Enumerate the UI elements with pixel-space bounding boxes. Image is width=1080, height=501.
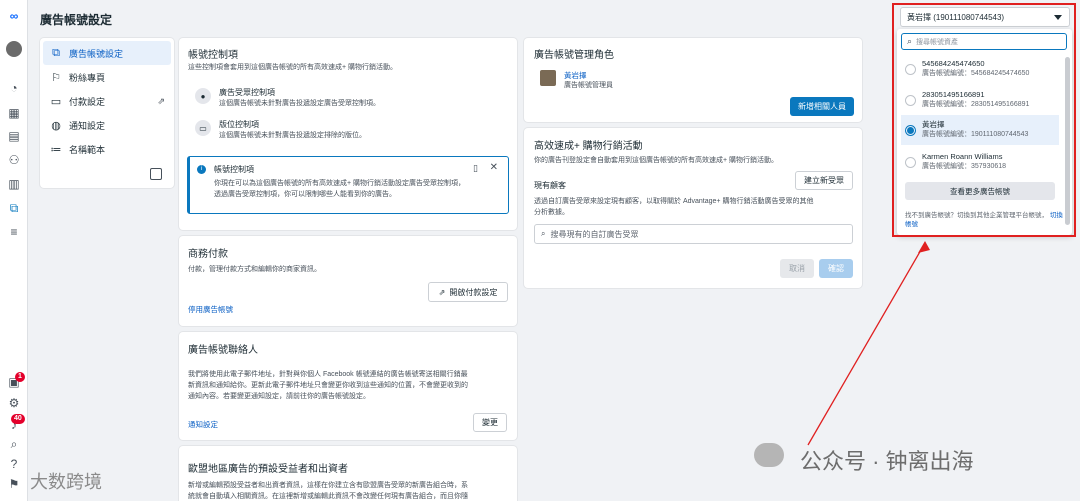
open-payment-settings-button[interactable]: ⇗ 開啟付款設定 [428,282,508,302]
info-banner: i 帳號控制項 你現在可以為這個廣告帳號的所有高效速成+ 購物行銷活動設定廣告受… [187,156,509,214]
nav-item-payment-settings[interactable]: ▭ 付款設定 ⇗ [43,89,171,113]
add-people-button[interactable]: 新增相關人員 [790,97,854,116]
cancel-button[interactable]: 取消 [780,259,814,278]
settings-nav: ⧉ 廣告帳號設定 ⚐ 粉絲專頁 ▭ 付款設定 ⇗ ◍ 通知設定 ≔ 名稱範本 [40,38,174,188]
nav-item-label: 粉絲專頁 [69,72,106,83]
row-description: 這個廣告帳號未針對廣告投遞設定廣告受眾控制項。 [219,100,380,107]
flag-icon: ⚐ [51,71,61,84]
close-icon[interactable]: ✕ [490,162,498,173]
watermark-right: 公众号 · 钟离出海 [800,449,974,474]
avatar [540,70,556,86]
notification-settings-link[interactable]: 通知設定 [188,419,218,430]
advantage-plus-card: 高效速成+ 購物行銷活動 你的廣告刊登設定會自動套用到這個廣告帳號的所有高效速成… [524,128,862,288]
external-link-icon: ⇗ [157,95,165,106]
nav-item-label: 通知設定 [69,120,106,131]
deactivate-account-link[interactable]: 停用廣告帳號 [188,304,233,315]
audience-controls-row[interactable]: ● 廣告受眾控制項 這個廣告帳號未針對廣告投遞設定廣告受眾控制項。 [195,88,380,109]
card-description: 付款，管理付款方式和編輯你的商家資訊。 [188,266,321,273]
account-controls-card: 帳號控制項 這些控制項會套用到這個廣告帳號的所有高效速成+ 購物行銷活動。 ● … [179,38,517,230]
custom-audience-search[interactable]: ⌕ 搜尋現有的自訂廣告受眾 [534,224,853,244]
placement-controls-row[interactable]: ▭ 版位控制項 這個廣告帳號未針對廣告投遞設定排除的版位。 [195,120,366,141]
annotation-highlight-box [892,3,1076,237]
card-title: 商務付款 [188,249,228,260]
contact-line-3: 通知內容。若要變更通知設定，請前往你的廣告帳號設定。 [188,393,370,400]
contact-line-2: 新資訊和通知給你。更新此電子郵件地址只會變更你收到這些通知的位置，不會變更收到的 [188,382,468,389]
location-pin-icon: ● [195,88,211,104]
nav-item-notification-settings[interactable]: ◍ 通知設定 [43,113,171,137]
page-title: 廣告帳號設定 [40,13,113,27]
nav-item-naming-templates[interactable]: ≔ 名稱範本 [43,137,171,161]
card-description: 你的廣告刊登設定會自動套用到這個廣告帳號的所有高效速成+ 購物行銷活動。 [534,157,779,164]
card-title: 帳號控制項 [188,50,238,61]
eu-beneficiary-card: 歐盟地區廣告的預設受益者和出資者 新增或編輯預設受益者和出資者資訊，這樣在你建立… [179,446,517,501]
advantage-line-1: 透過自訂廣告受眾來設定現有顧客，以取得關於 Advantage+ 購物行銷活動廣… [534,198,814,205]
row-description: 這個廣告帳號未針對廣告投遞設定排除的版位。 [219,132,366,139]
globe-icon: ◍ [51,119,61,132]
left-rail: ∞ ◔ ▦ ▤ ⚇ ▥ ⧉ ≡ ▣ 1 ⚙ ♪ 40 ⌕ ? ⚑ [0,0,28,501]
feedback-icon[interactable]: ▯ [473,163,478,174]
confirm-button[interactable]: 確認 [819,259,853,278]
card-description: 這些控制項會套用到這個廣告帳號的所有高效速成+ 購物行銷活動。 [188,64,398,71]
account-roles-card: 廣告帳號管理角色 黃岩擇 廣告帳號管理員 新增相關人員 [524,38,862,122]
pages-icon[interactable]: ▤ [6,128,22,144]
card-title: 廣告帳號管理角色 [534,50,614,61]
search-icon[interactable]: ⌕ [6,436,22,452]
avatar[interactable] [6,41,22,57]
external-link-icon: ⇗ [438,287,446,297]
nav-item-label: 付款設定 [69,96,106,107]
row-title: 廣告受眾控制項 [219,88,275,97]
change-button[interactable]: 變更 [473,413,507,432]
table-icon[interactable]: ▦ [6,105,22,121]
wechat-icon [754,443,784,467]
row-title: 版位控制項 [219,120,259,129]
credit-card-icon: ▭ [50,95,62,108]
card-title: 高效速成+ 購物行銷活動 [534,141,643,152]
existing-customers-label: 現有顧客 [534,181,566,190]
card-title: 歐盟地區廣告的預設受益者和出資者 [188,464,348,475]
nav-item-ad-account-settings[interactable]: ⧉ 廣告帳號設定 [43,41,171,65]
search-placeholder: 搜尋現有的自訂廣告受眾 [550,229,639,239]
nav-item-pages[interactable]: ⚐ 粉絲專頁 [43,65,171,89]
payments-card: 商務付款 付款，管理付款方式和編輯你的商家資訊。 ⇗ 開啟付款設定 停用廣告帳號 [179,236,517,326]
feedback-icon[interactable]: ⚑ [6,476,22,492]
meta-logo-icon[interactable]: ∞ [6,8,22,24]
settings-icon[interactable]: ⚙ [6,395,22,411]
person-role: 廣告帳號管理員 [564,82,613,89]
nav-item-label: 廣告帳號設定 [69,48,124,59]
eu-line-1: 新增或編輯預設受益者和出資者資訊，這樣在你建立含有歐盟廣告受眾的新廣告組合時，系 [188,482,468,489]
ad-account-icon: ⧉ [52,46,60,59]
collapse-nav-icon[interactable] [150,168,162,180]
create-audience-button[interactable]: 建立新受眾 [795,171,853,190]
alerts-badge: 1 [15,372,25,382]
menu-icon[interactable]: ≡ [6,224,22,240]
naming-template-icon: ≔ [50,143,62,156]
card-title: 廣告帳號聯絡人 [188,345,258,356]
advantage-line-2: 分析數據。 [534,209,569,216]
device-icon: ▭ [195,120,211,136]
button-label: 開啟付款設定 [449,287,498,297]
info-line-2: 透過廣告受眾控制項，你可以限制哪些人能看到你的廣告。 [214,191,396,198]
dashboard-icon[interactable]: ◔ [6,80,22,96]
eu-line-2: 統就會自動填入相關資訊。在這裡新增或編輯此資訊不會改變任何現有廣告組合，而且你隨 [188,493,468,500]
catalog-icon[interactable]: ▥ [6,176,22,192]
contact-line-1: 我們將使用此電子郵件地址，針對與你個人 Facebook 帳號連結的廣告帳號寄送… [188,371,468,378]
watermark-left: 大数跨境 [30,472,102,492]
info-title: 帳號控制項 [214,165,254,174]
help-icon[interactable]: ? [6,456,22,472]
audience-icon[interactable]: ⚇ [6,152,22,168]
info-icon: i [197,165,206,174]
info-line-1: 你現在可以為這個廣告帳號的所有高效速成+ 購物行銷活動設定廣告受眾控制項， [214,180,466,187]
search-icon: ⌕ [541,229,546,238]
ad-account-settings-icon[interactable]: ⧉ [6,200,22,216]
notifications-badge: 40 [11,414,25,424]
nav-item-label: 名稱範本 [69,144,106,155]
account-contact-card: 廣告帳號聯絡人 我們將使用此電子郵件地址，針對與你個人 Facebook 帳號連… [179,332,517,440]
